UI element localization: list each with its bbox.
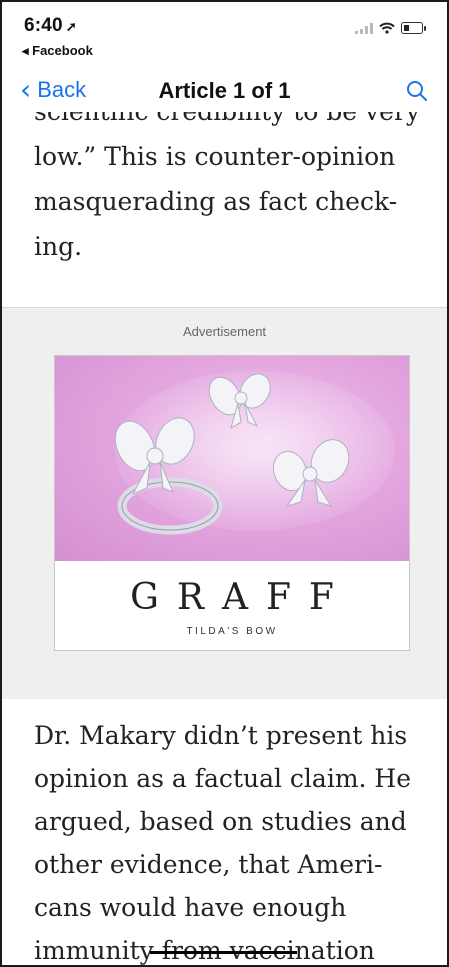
location-arrow-icon: ➚ [65,19,77,34]
clock: 6:40 ➚ [24,15,77,37]
diamond-bows-illustration [114,371,395,535]
signal-icon [355,22,373,34]
article-line: masquerading as fact check- [34,187,398,216]
back-to-facebook-link[interactable]: ◂ Facebook [22,43,93,59]
navigation-bar: ‹ Back Article 1 of 1 [2,66,447,118]
jewelry-ad-image [55,356,409,561]
advertisement-banner[interactable]: GRAFF TILDA'S BOW [54,355,410,651]
advertisement-label: Advertisement [182,324,267,339]
article-line: ing. [34,232,83,261]
clipped-text-line: scientific credibility to be very [34,112,427,134]
article-paragraph-top: scientific credibility to be very low.” … [34,112,427,269]
phone-screen: 6:40➚ ◂ Facebook ‹ Back Article 1 of 1 [0,0,449,967]
article-line: opinion as a factual claim. He [34,764,412,793]
article-line: cans would have enough [34,893,347,922]
article-line: Dr. Makary didn’t present his [34,721,408,750]
advertisement-block: Advertisement GRAFF TILDA'S BOW [2,307,447,699]
ad-brand-name: GRAFF [130,577,352,618]
search-icon[interactable] [405,79,429,103]
article-line: other evidence, that Ameri- [34,850,383,879]
clock-time: 6:40 [24,15,63,36]
article-line: argued, based on studies and [34,807,407,836]
wifi-icon [379,22,395,34]
status-icons [355,22,426,34]
status-bar: 6:40 ➚ ◂ Facebook [2,2,447,62]
battery-icon [401,22,426,34]
ad-collection-name: TILDA'S BOW [186,626,278,637]
article-line: immunity from vaccination [34,936,375,965]
article-line: low.” This is counter-opinion [34,142,396,171]
page-title: Article 1 of 1 [158,78,291,103]
struck-through-text: from vacci [153,936,295,965]
article-paragraph-bottom: Dr. Makary didn’t present his opinion as… [34,714,427,965]
